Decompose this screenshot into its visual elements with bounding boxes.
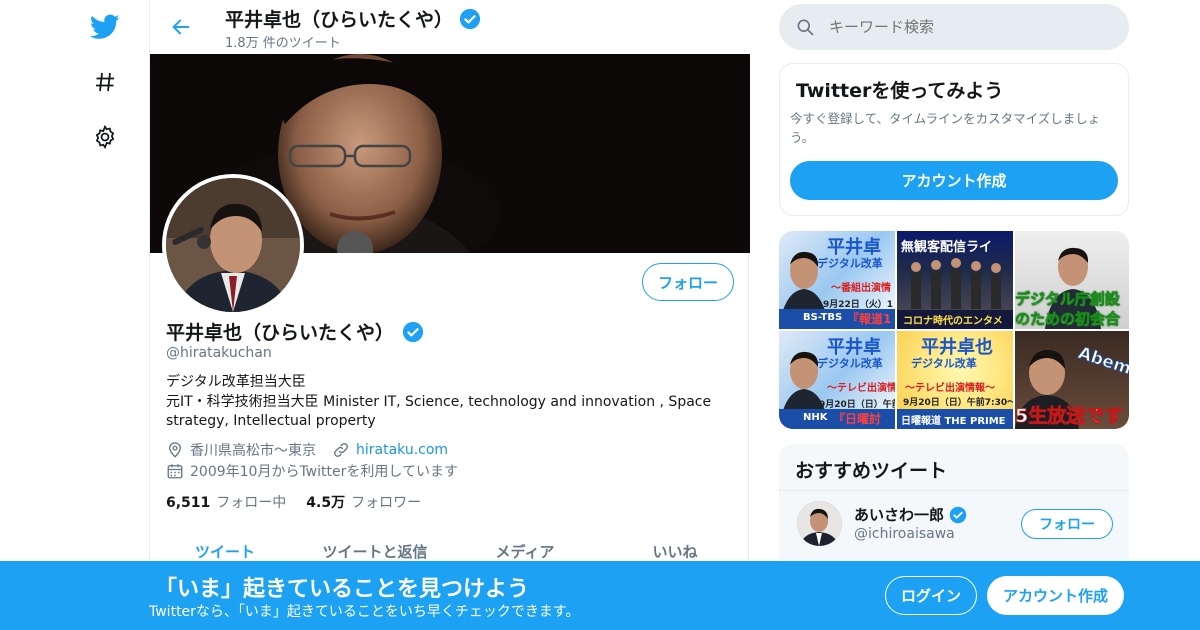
bottom-bar-title: 「いま」起きていることを見つけよう: [155, 577, 530, 602]
profile-joined: 2009年10月からTwitterを利用しています: [166, 461, 458, 481]
media-tile-1[interactable]: 平井卓 デジタル改革 〜番組出演情 9月22日（火）1 BS-TBS 『報道1: [779, 231, 895, 329]
profile-website-link[interactable]: hirataku.com: [356, 442, 448, 458]
tile-5-date: 9月20日（日）午前7:30〜: [903, 398, 1013, 408]
media-tile-2[interactable]: 無観客配信ライ コロナ時代のエンタメ: [897, 231, 1013, 329]
bio-line-1: デジタル改革担当大臣: [166, 374, 306, 390]
following-stat[interactable]: 6,511 フォロー中: [166, 492, 286, 512]
following-label: フォロー中: [216, 495, 287, 511]
followers-count: 4.5万: [306, 495, 346, 511]
tile-1-channel: BS-TBS: [803, 312, 843, 323]
tile-4-show: 『日曜討: [833, 412, 882, 426]
hashtag-icon[interactable]: [90, 67, 120, 97]
signup-bottom-bar: 「いま」起きていることを見つけよう Twitterなら、「いま」起きていることを…: [0, 561, 1200, 630]
recommended-title: おすすめツイート: [795, 460, 948, 482]
verified-badge-icon: [402, 321, 424, 342]
search-icon: [797, 19, 814, 36]
recommended-name[interactable]: あいさわ一郎: [854, 504, 967, 525]
media-tile-6[interactable]: Abema 5生放送です: [1015, 331, 1129, 429]
link-icon: [334, 443, 348, 457]
signup-card: Twitterを使ってみよう 今すぐ登録して、タイムラインをカスタマイズしましょ…: [779, 63, 1129, 216]
profile-name: 平井卓也（ひらいたくや）: [166, 318, 424, 345]
recommended-avatar[interactable]: [797, 501, 842, 546]
followers-stat[interactable]: 4.5万 フォロワー: [306, 492, 421, 512]
profile-location: 香川県高松市～東京: [190, 443, 316, 459]
bottom-bar-subtitle: Twitterなら、「いま」起きていることをいち早くチェックできます。: [149, 604, 580, 620]
tile-1-show: 『報道1: [847, 312, 892, 326]
followers-label: フォロワー: [351, 495, 422, 511]
profile-bio: デジタル改革担当大臣 元IT・科学技術担当大臣 Minister IT, Sci…: [166, 373, 726, 432]
follow-button[interactable]: フォロー: [642, 263, 734, 301]
verified-badge-icon: [949, 506, 967, 523]
tile-5-sub: デジタル改革: [911, 357, 977, 370]
header-name-text: 平井卓也（ひらいたくや）: [225, 9, 454, 31]
twitter-bird-icon[interactable]: [90, 12, 120, 42]
tile-2-foot: コロナ時代のエンタメ: [903, 316, 1003, 327]
tile-4-sub: デジタル改革: [817, 357, 883, 370]
tile-1-sub: デジタル改革: [817, 257, 883, 270]
media-tile-4[interactable]: 平井卓 デジタル改革 〜テレビ出演情 9月20日（日）午前 NHK 『日曜討: [779, 331, 895, 429]
search-input[interactable]: [829, 18, 1099, 36]
tile-4-sub2: 〜テレビ出演情: [827, 383, 895, 394]
tile-6-sub: 5生放送です: [1015, 405, 1124, 428]
tile-3-main: デジタル庁創設: [1015, 290, 1120, 309]
signup-card-title: Twitterを使ってみよう: [796, 80, 1004, 102]
profile-handle: @hiratakuchan: [166, 345, 272, 361]
divider: [779, 490, 1129, 491]
profile-joined-text: 2009年10月からTwitterを利用しています: [190, 464, 458, 480]
create-account-button[interactable]: アカウント作成: [790, 161, 1118, 200]
search-box[interactable]: [779, 4, 1129, 50]
profile-meta: 香川県高松市～東京 hirataku.com: [166, 440, 448, 460]
profile-avatar[interactable]: [162, 174, 304, 316]
bio-line-2: 元IT・科学技術担当大臣 Minister IT, Science, techn…: [166, 393, 712, 430]
recommended-name-text: あいさわ一郎: [854, 506, 945, 524]
avatar-photo: [166, 178, 300, 312]
header-name: 平井卓也（ひらいたくや）: [225, 5, 481, 32]
back-arrow-icon[interactable]: [164, 10, 198, 44]
profile-name-text: 平井卓也（ひらいたくや）: [166, 322, 395, 344]
gear-icon[interactable]: [90, 122, 120, 152]
left-nav: [80, 0, 130, 630]
location-pin-icon: [169, 442, 181, 458]
login-button[interactable]: ログイン: [885, 576, 977, 615]
media-tile-5[interactable]: 平井卓也 デジタル改革 〜テレビ出演情報〜 9月20日（日）午前7:30〜 日曜…: [897, 331, 1013, 429]
calendar-icon: [167, 464, 183, 479]
tile-5-sub2: 〜テレビ出演情報〜: [905, 383, 995, 394]
profile-header-bar: 平井卓也（ひらいたくや） 1.8万 件のツイート: [150, 0, 750, 54]
tile-1-sub2: 〜番組出演情: [831, 283, 891, 294]
tile-5-show: 日曜報道 THE PRIME: [901, 416, 1006, 427]
recommended-follow-button[interactable]: フォロー: [1021, 509, 1113, 539]
following-count: 6,511: [166, 495, 211, 511]
signup-card-description: 今すぐ登録して、タイムラインをカスタマイズしましょう。: [790, 111, 1101, 145]
recommended-handle: @ichiroaisawa: [854, 526, 955, 542]
tile-4-channel: NHK: [803, 412, 828, 423]
media-tile-3[interactable]: デジタル庁創設 のための初会合: [1015, 231, 1129, 329]
bottom-signup-button[interactable]: アカウント作成: [987, 576, 1124, 615]
media-grid: 平井卓 デジタル改革 〜番組出演情 9月22日（火）1 BS-TBS 『報道1 …: [779, 231, 1129, 429]
tile-3-sub: のための初会合: [1015, 310, 1121, 329]
verified-badge-icon: [459, 8, 481, 29]
profile-column: 平井卓也（ひらいたくや） 1.8万 件のツイート フォロー 平井卓也（ひらいたく…: [149, 0, 750, 630]
tweet-count: 1.8万 件のツイート: [225, 36, 341, 51]
profile-stats: 6,511 フォロー中 4.5万 フォロワー: [166, 492, 421, 512]
